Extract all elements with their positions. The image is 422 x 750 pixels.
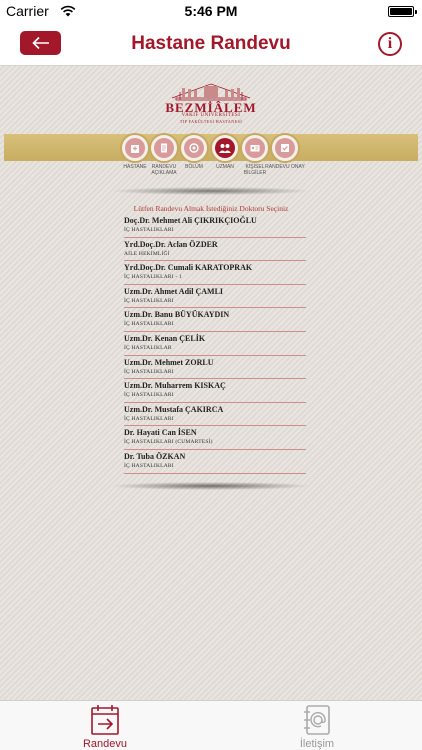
navigation-bar: Hastane Randevu i xyxy=(0,22,422,66)
doctor-row[interactable]: Doç.Dr. Mehmet Ali ÇIKRIKÇIOĞLU İÇ HASTA… xyxy=(124,214,306,238)
battery-icon xyxy=(388,6,417,17)
doctor-department: İÇ HASTALIKLARI xyxy=(124,462,174,469)
doctor-name: Uzm.Dr. Ahmet Adil ÇAMLI xyxy=(124,286,224,296)
tab-label: Randevu xyxy=(82,738,128,750)
step-circle xyxy=(149,133,179,163)
doctor-row[interactable]: Uzm.Dr. Kenan ÇELİK İÇ HASTALIKLAR xyxy=(124,332,306,356)
department-icon xyxy=(189,143,199,153)
doctor-name: Doç.Dr. Mehmet Ali ÇIKRIKÇIOĞLU xyxy=(124,216,257,225)
step-circle xyxy=(240,133,270,163)
tab-bar: Randevu İletişim xyxy=(0,700,422,750)
confirm-icon xyxy=(281,144,289,152)
tab-randevu[interactable]: Randevu xyxy=(70,701,140,750)
doctors-icon xyxy=(219,144,231,153)
doctor-department: İÇ HASTALIKLARI - 1 xyxy=(124,274,182,281)
status-bar: Carrier 5:46 PM xyxy=(0,0,422,22)
hospital-icon xyxy=(131,145,139,153)
logo-subtitle: VAKIF ÜNİVERSİTESİ xyxy=(181,113,241,118)
step-inner xyxy=(215,138,235,158)
doctor-department: İÇ HASTALIKLARI xyxy=(124,297,174,304)
doctor-department: İÇ HASTALIKLARI xyxy=(124,415,174,422)
step-circle xyxy=(210,133,240,163)
clock: 5:46 PM xyxy=(184,3,238,19)
select-doctor-prompt: Lütfen Randevu Almak İstediğiniz Doktoru… xyxy=(133,204,289,213)
doctor-department: İÇ HASTALIKLARI xyxy=(124,368,174,375)
doctor-name: Uzm.Dr. Muharrem KISKAÇ xyxy=(124,381,226,391)
step-inner xyxy=(184,138,204,158)
page-title: Hastane Randevu xyxy=(131,33,291,54)
info-button[interactable]: i xyxy=(378,32,402,56)
divider-shadow xyxy=(110,187,312,195)
step-inner xyxy=(275,138,295,158)
doctor-name: Uzm.Dr. Kenan ÇELİK xyxy=(124,333,206,343)
step-inner xyxy=(154,138,174,158)
doctor-row[interactable]: Dr. Tuba ÖZKAN İÇ HASTALIKLARI xyxy=(124,450,306,474)
tab-label: İletişim xyxy=(299,738,335,750)
step-inner xyxy=(245,138,265,158)
id-card-icon xyxy=(250,145,260,152)
doctor-row[interactable]: Dr. Hayati Can İSEN İÇ HASTALIKLARI (CUM… xyxy=(124,426,306,450)
doctor-name: Dr. Hayati Can İSEN xyxy=(124,428,197,438)
calendar-arrow-icon xyxy=(91,705,119,735)
doctor-row[interactable]: Uzm.Dr. Muharrem KISKAÇ İÇ HASTALIKLARI xyxy=(124,379,306,403)
doctor-row[interactable]: Uzm.Dr. Mehmet ZORLU İÇ HASTALIKLARI xyxy=(124,356,306,380)
doctor-department: AİLE HEKİMLİĞİ xyxy=(124,250,170,257)
doctor-department: İÇ HASTALIKLARI xyxy=(124,321,174,328)
doctor-row[interactable]: Uzm.Dr. Ahmet Adil ÇAMLI İÇ HASTALIKLARI xyxy=(124,285,306,309)
doctor-name: Dr. Tuba ÖZKAN xyxy=(124,451,186,461)
step-circle xyxy=(270,133,300,163)
doctor-department: İÇ HASTALIKLARI xyxy=(124,227,174,233)
step-inner xyxy=(125,138,145,158)
doctor-row[interactable]: Yrd.Doç.Dr. Cumali KARATOPRAK İÇ HASTALI… xyxy=(124,261,306,285)
doctor-list: Doç.Dr. Mehmet Ali ÇIKRIKÇIOĞLU İÇ HASTA… xyxy=(124,214,306,474)
tab-iletisim[interactable]: İletişim xyxy=(282,701,352,750)
step-randevu-onay[interactable]: RANDEVU ONAY xyxy=(265,133,305,170)
info-icon: i xyxy=(387,35,393,52)
doctor-name: Yrd.Doç.Dr. Aclan ÖZDER xyxy=(124,239,218,249)
doctor-row[interactable]: Uzm.Dr. Banu BÜYÜKAYDIN İÇ HASTALIKLARI xyxy=(124,308,306,332)
contacts-book-icon xyxy=(304,705,330,735)
doctor-name: Uzm.Dr. Mehmet ZORLU xyxy=(124,357,214,367)
doctor-row[interactable]: Uzm.Dr. Mustafa ÇAKIRCA İÇ HASTALIKLARI xyxy=(124,403,306,427)
step-label: RANDEVU ONAY xyxy=(265,164,305,170)
logo-subtitle-2: TIP FAKÜLTESİ HASTANESİ xyxy=(179,119,243,124)
divider-shadow xyxy=(110,482,312,490)
doctor-name: Yrd.Doç.Dr. Cumali KARATOPRAK xyxy=(124,263,253,273)
doctor-department: İÇ HASTALIKLARI xyxy=(124,392,174,399)
step-circle xyxy=(179,133,209,163)
doctor-name: Uzm.Dr. Banu BÜYÜKAYDIN xyxy=(124,310,230,320)
doctor-name: Uzm.Dr. Mustafa ÇAKIRCA xyxy=(124,404,224,414)
doctor-department: İÇ HASTALIKLAR xyxy=(124,344,172,351)
doctor-row[interactable]: Yrd.Doç.Dr. Aclan ÖZDER AİLE HEKİMLİĞİ xyxy=(124,238,306,262)
step-circle xyxy=(120,133,150,163)
document-icon xyxy=(161,143,167,153)
doctor-department: İÇ HASTALIKLARI (CUMARTESİ) xyxy=(124,439,213,446)
